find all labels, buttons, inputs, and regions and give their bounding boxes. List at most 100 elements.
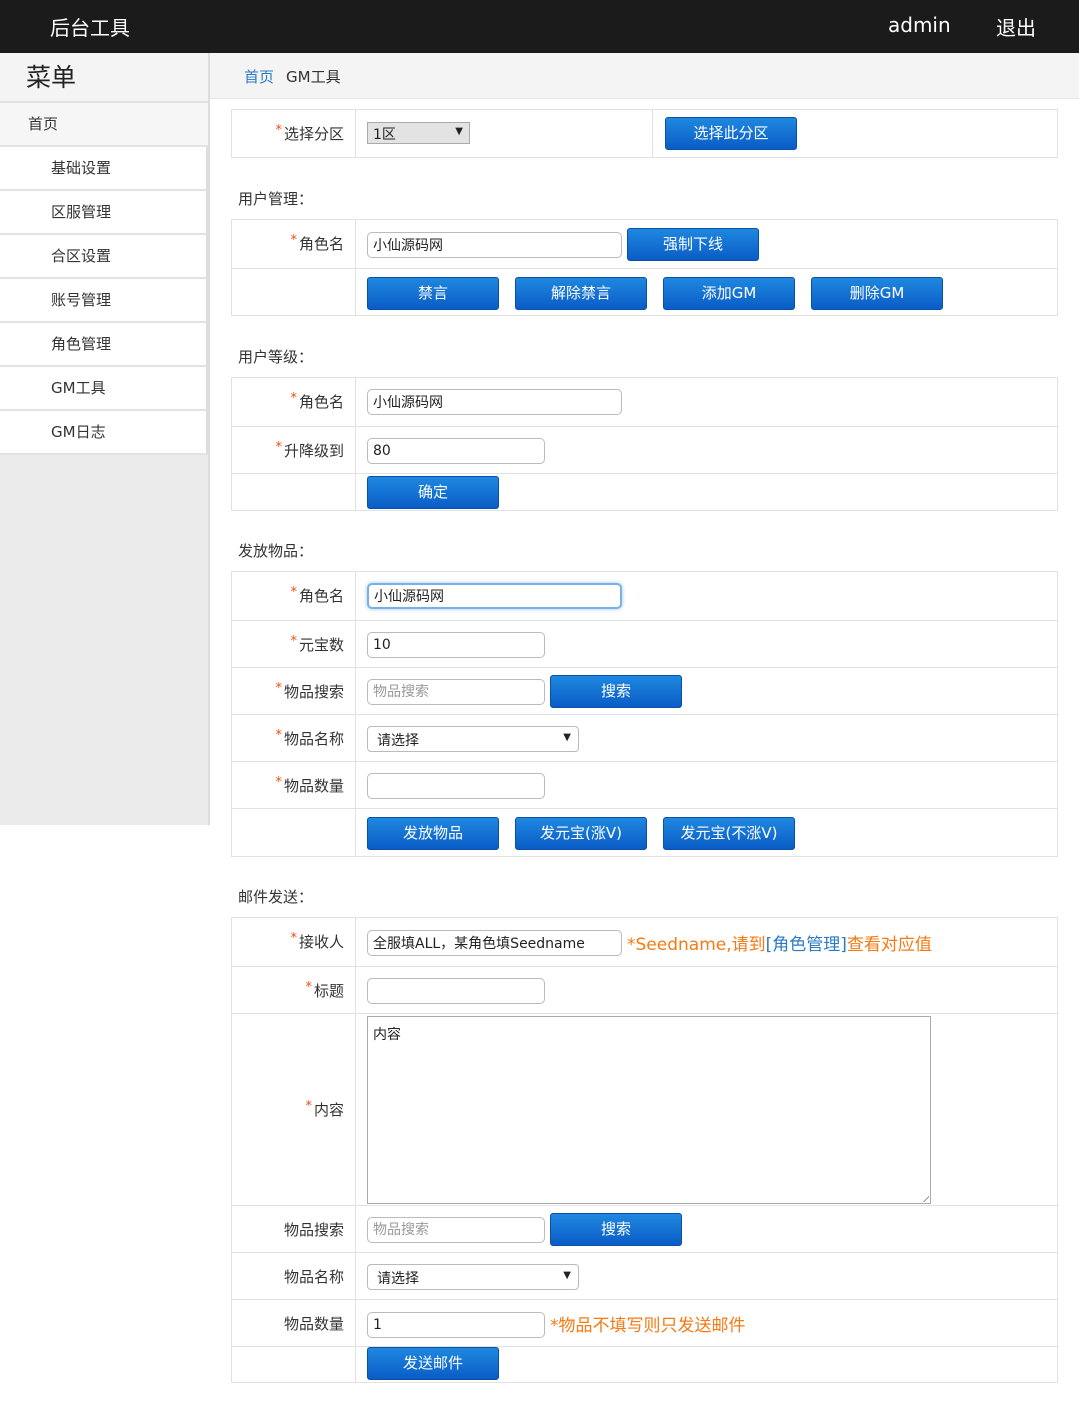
zone-select[interactable]: 1区 ▼: [367, 122, 470, 144]
sidebar-item-merge-settings[interactable]: 合区设置: [0, 235, 208, 279]
delete-gm-button[interactable]: 删除GM: [811, 277, 943, 310]
give-qty-label-cell: * 物品数量: [232, 762, 356, 808]
mail-title-row: * 标题: [232, 966, 1057, 1013]
mail-table: *接收人 *Seedname,请到[角色管理]查看对应值 *标题 *内容 内容 …: [231, 917, 1058, 1383]
mail-title-label: 标题: [313, 982, 344, 1000]
mail-content-textarea[interactable]: 内容: [367, 1016, 931, 1204]
give-role-label-cell: * 角色名: [232, 572, 356, 620]
give-items-table: *角色名 *元宝数 *物品搜索 搜索 *物品名称 请选择▼ *物品数量 发放物品…: [231, 571, 1058, 857]
give-item-qty-input[interactable]: [367, 773, 545, 799]
give-qty-label: 物品数量: [283, 777, 344, 795]
give-search-row: *物品搜索 搜索: [232, 667, 1057, 714]
user-level-confirm-label-cell: [232, 474, 356, 510]
give-role-input[interactable]: [367, 583, 622, 609]
mail-content-row: * 内容 内容: [232, 1013, 1057, 1205]
user-level-heading: 用户等级：: [238, 348, 314, 366]
user-level-level-label: 升降级到: [283, 442, 344, 460]
select-zone-button[interactable]: 选择此分区: [665, 117, 797, 150]
give-actions-label-cell: [232, 809, 356, 856]
breadcrumb-current: GM工具: [286, 68, 341, 86]
send-mail-button[interactable]: 发送邮件: [367, 1347, 499, 1380]
user-level-role-label-cell: * 角色名: [232, 378, 356, 426]
mail-search-label: 物品搜索: [283, 1221, 344, 1239]
user-level-role-label: 角色名: [298, 393, 344, 411]
mail-recipient-label: 接收人: [298, 933, 344, 951]
mail-search-label-cell: 物品搜索: [232, 1206, 356, 1252]
level-input[interactable]: [367, 438, 545, 464]
sidebar-item-gm-tools[interactable]: GM工具: [0, 367, 208, 411]
mail-recipient-input[interactable]: [367, 930, 622, 956]
sidebar-item-home[interactable]: 首页: [0, 103, 208, 147]
sidebar-item-server-management[interactable]: 区服管理: [0, 191, 208, 235]
user-mgmt-role-row: *角色名 强制下线: [232, 220, 1057, 268]
required-star: *: [275, 440, 282, 455]
zone-divider: [652, 110, 653, 157]
force-offline-button[interactable]: 强制下线: [627, 228, 759, 261]
give-name-label-cell: * 物品名称: [232, 715, 356, 761]
add-gm-button[interactable]: 添加GM: [663, 277, 795, 310]
give-gold-row: * 元宝数: [232, 620, 1057, 667]
mail-content-text: 内容: [373, 1027, 401, 1043]
mute-button[interactable]: 禁言: [367, 277, 499, 310]
give-items-button[interactable]: 发放物品: [367, 817, 499, 850]
user-management-table: *角色名 强制下线 禁言 解除禁言 添加GM 删除GM: [231, 219, 1058, 316]
mail-qty-row: 物品数量 *物品不填写则只发送邮件: [232, 1299, 1057, 1346]
user-mgmt-role-input[interactable]: [367, 232, 622, 258]
mail-item-name-select[interactable]: 请选择 ▼: [367, 1264, 579, 1290]
qty-hint: *物品不填写则只发送邮件: [550, 1316, 746, 1336]
zone-row: * 选择分区 1区 ▼ 选择此分区: [232, 110, 1057, 157]
mail-send-row: 发送邮件: [232, 1346, 1057, 1382]
mail-search-row: 物品搜索 搜索: [232, 1205, 1057, 1252]
user-mgmt-actions-row: 禁言 解除禁言 添加GM 删除GM: [232, 268, 1057, 315]
mail-title-label-cell: * 标题: [232, 967, 356, 1013]
mail-name-label: 物品名称: [283, 1268, 344, 1286]
give-item-search-button[interactable]: 搜索: [550, 675, 682, 708]
sidebar-item-account-management[interactable]: 账号管理: [0, 279, 208, 323]
give-actions-row: 发放物品 发元宝(涨V) 发元宝(不涨V): [232, 808, 1057, 856]
breadcrumb-home-link[interactable]: 首页: [244, 66, 274, 87]
sidebar-item-gm-log[interactable]: GM日志: [0, 411, 208, 455]
required-star: *: [290, 634, 297, 649]
mail-item-search-button[interactable]: 搜索: [550, 1213, 682, 1246]
give-name-row: * 物品名称 请选择 ▼: [232, 714, 1057, 761]
give-gold-vip-button[interactable]: 发元宝(涨V): [515, 817, 647, 850]
role-management-link[interactable]: [角色管理]: [766, 935, 847, 955]
mail-qty-label: 物品数量: [283, 1315, 344, 1333]
mail-title-input[interactable]: [367, 978, 545, 1004]
user-level-role-input[interactable]: [367, 389, 622, 415]
mail-item-search-input[interactable]: [367, 1217, 545, 1243]
required-star: *: [275, 775, 282, 790]
user-management-heading: 用户管理：: [238, 190, 314, 208]
zone-select-value: 1区: [373, 127, 396, 143]
user-level-level-row: * 升降级到: [232, 426, 1057, 473]
sidebar-item-basic-settings[interactable]: 基础设置: [0, 147, 208, 191]
user-mgmt-actions-label-cell: [232, 269, 356, 315]
user-mgmt-role-label: 角色名: [298, 235, 344, 253]
required-star: *: [275, 681, 282, 696]
gold-amount-input[interactable]: [367, 632, 545, 658]
sidebar-item-role-management[interactable]: 角色管理: [0, 323, 208, 367]
give-item-search-input[interactable]: [367, 679, 545, 705]
zone-table: * 选择分区 1区 ▼ 选择此分区: [231, 109, 1058, 158]
zone-label: 选择分区: [283, 125, 344, 143]
mail-qty-label-cell: 物品数量: [232, 1300, 356, 1346]
give-item-name-value: 请选择: [377, 733, 419, 749]
give-role-row: * 角色名: [232, 572, 1057, 620]
give-gold-no-vip-button[interactable]: 发元宝(不涨V): [663, 817, 795, 850]
mail-item-name-value: 请选择: [377, 1271, 419, 1287]
give-item-name-select[interactable]: 请选择 ▼: [367, 726, 579, 752]
mail-item-qty-input[interactable]: [367, 1312, 545, 1338]
required-star: *: [290, 931, 297, 946]
mail-content-label: 内容: [313, 1101, 344, 1119]
give-items-heading: 发放物品：: [238, 542, 314, 560]
required-star: *: [275, 728, 282, 743]
resize-grip-icon[interactable]: [921, 1194, 929, 1202]
unmute-button[interactable]: 解除禁言: [515, 277, 647, 310]
confirm-level-button[interactable]: 确定: [367, 476, 499, 509]
required-star: *: [290, 585, 297, 600]
required-star: *: [305, 980, 312, 995]
app-title: 后台工具: [50, 16, 130, 40]
mail-send-label-cell: [232, 1347, 356, 1382]
logout-link[interactable]: 退出: [996, 12, 1036, 41]
give-gold-label-cell: * 元宝数: [232, 621, 356, 667]
